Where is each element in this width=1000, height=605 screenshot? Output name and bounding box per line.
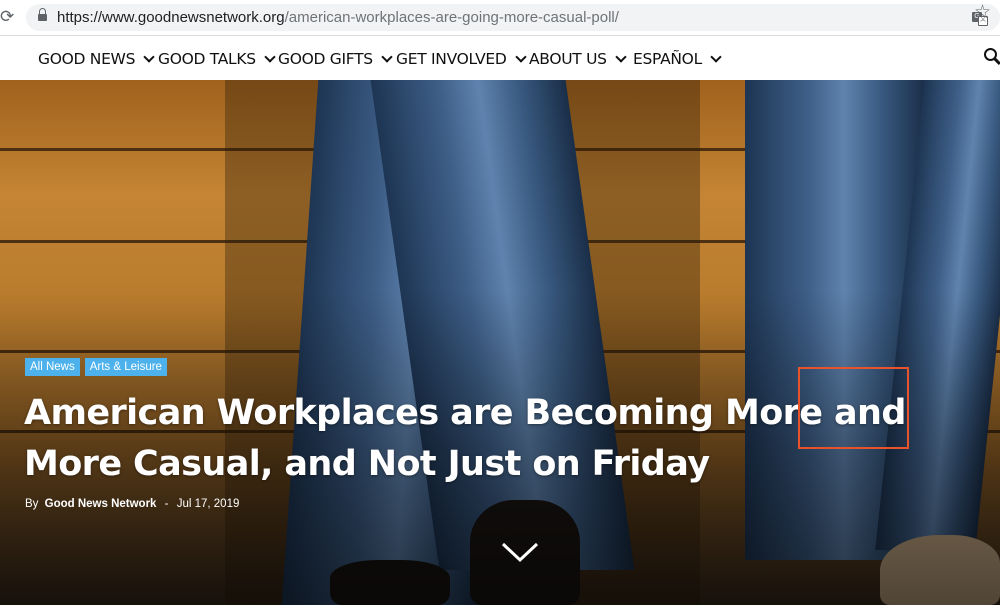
nav-item-about-us[interactable]: ABOUT US [529,48,627,70]
omnibox[interactable]: https://www.goodnewsnetwork.org/american… [26,4,1000,31]
reload-icon[interactable]: ⟳ [0,7,14,27]
browser-address-bar: ⟳ https://www.goodnewsnetwork.org/americ… [0,0,1000,36]
scroll-down-icon[interactable] [500,540,540,564]
chevron-down-icon [143,50,155,63]
category-tags: All News Arts & Leisure [25,358,167,376]
chevron-down-icon [615,50,627,63]
tag-all-news[interactable]: All News [25,358,80,376]
nav-item-label: GOOD TALKS [158,50,256,68]
nav-item-label: GOOD NEWS [38,50,136,68]
url-text[interactable]: https://www.goodnewsnetwork.org/american… [57,9,619,26]
nav-item-espanol[interactable]: ESPAÑOL [633,48,722,70]
nav-item-label: ABOUT US [529,50,607,68]
nav-item-good-gifts[interactable]: GOOD GIFTS [278,48,393,70]
byline: By Good News Network - Jul 17, 2019 [25,498,239,510]
main-navigation: GOOD NEWS GOOD TALKS GOOD GIFTS GET INVO… [0,37,1000,79]
search-icon[interactable] [984,48,1000,66]
chevron-down-icon [514,50,527,63]
nav-item-label: ESPAÑOL [633,50,702,68]
nav-item-good-news[interactable]: GOOD NEWS [38,48,155,70]
url-host: https://www.goodnewsnetwork.org [57,9,285,26]
url-path: /american-workplaces-are-going-more-casu… [284,9,619,26]
highlight-box [798,367,909,449]
nav-item-label: GOOD GIFTS [278,50,373,68]
nav-item-good-talks[interactable]: GOOD TALKS [158,48,276,70]
byline-separator: - [164,498,169,510]
tag-arts-leisure[interactable]: Arts & Leisure [84,358,167,376]
chevron-down-icon [710,50,722,63]
lock-icon[interactable] [38,8,47,23]
author-link[interactable]: Good News Network [45,498,157,510]
chevron-down-icon [264,50,276,63]
chevron-down-icon [381,50,393,63]
star-icon[interactable]: ☆ [974,3,991,23]
byline-prefix: By [25,498,39,510]
hero-image: All News Arts & Leisure American Workpla… [0,80,1000,605]
hero-gradient-overlay [0,80,1000,605]
nav-item-label: GET INVOLVED [396,50,507,68]
article-date: Jul 17, 2019 [176,498,240,510]
nav-item-get-involved[interactable]: GET INVOLVED [396,48,527,70]
